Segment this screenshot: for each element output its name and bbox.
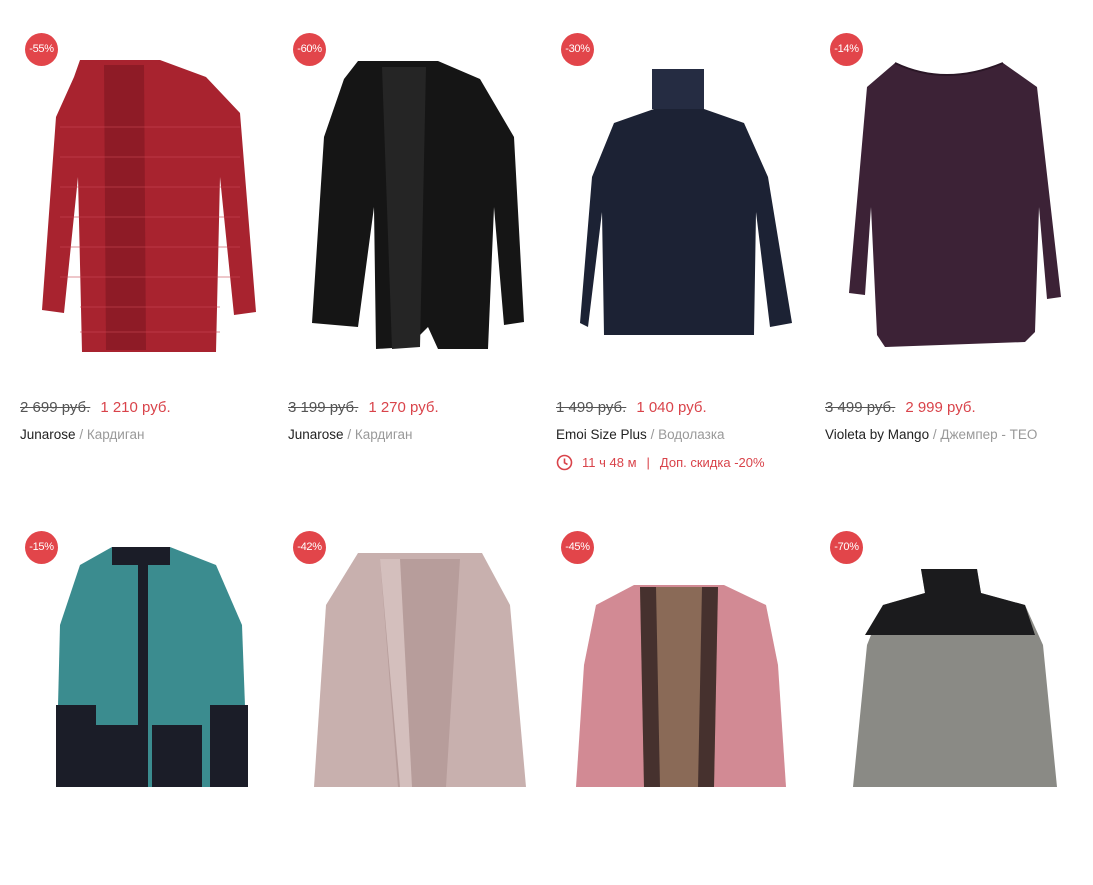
discount-badge: -70% — [830, 531, 863, 564]
product-image[interactable]: -45% — [556, 525, 802, 885]
grey-turtleneck-sweater-image — [853, 569, 1057, 787]
purple-jumper-image — [849, 62, 1061, 347]
brand-name[interactable]: Emoi Size Plus — [556, 427, 647, 442]
teal-cardigan-image — [56, 547, 248, 787]
old-price: 1 499 руб. — [556, 399, 627, 416]
black-cardigan-image — [312, 61, 524, 349]
product-image[interactable]: -15% — [20, 525, 266, 885]
discount-badge: -14% — [830, 33, 863, 66]
old-price: 2 699 руб. — [20, 399, 91, 416]
discount-badge: -60% — [293, 33, 326, 66]
new-price: 1 270 руб. — [368, 399, 439, 416]
discount-badge: -55% — [25, 33, 58, 66]
price-row: 3 499 руб. 2 999 руб. — [825, 399, 976, 416]
old-price: 3 499 руб. — [825, 399, 896, 416]
new-price: 2 999 руб. — [905, 399, 976, 416]
product-grid: -55% 2 699 руб. 1 210 руб. Junarose / Кар… — [0, 0, 1093, 787]
discount-badge: -15% — [25, 531, 58, 564]
price-row: 1 499 руб. 1 040 руб. — [556, 399, 707, 416]
clock-icon — [556, 454, 573, 471]
product-image[interactable]: -55% — [20, 27, 266, 387]
product-image[interactable]: -60% — [288, 27, 534, 387]
product-image[interactable]: -14% — [825, 27, 1071, 387]
product-image[interactable]: -30% — [556, 27, 802, 387]
old-price: 3 199 руб. — [288, 399, 359, 416]
product-title[interactable]: Junarose / Кардиган — [20, 427, 144, 442]
title-separator: / — [347, 427, 352, 442]
red-cardigan-image — [42, 60, 256, 352]
extra-discount: Доп. скидка -20% — [659, 455, 765, 470]
title-separator: / — [650, 427, 655, 442]
title-separator: / — [79, 427, 84, 442]
price-row: 3 199 руб. 1 270 руб. — [288, 399, 439, 416]
product-category[interactable]: Джемпер - TEO — [940, 427, 1037, 442]
new-price: 1 210 руб. — [100, 399, 171, 416]
timer-text: 11 ч 48 м — [582, 455, 637, 470]
brand-name[interactable]: Junarose — [288, 427, 344, 442]
discount-badge: -42% — [293, 531, 326, 564]
new-price: 1 040 руб. — [636, 399, 707, 416]
promo-separator: | — [646, 455, 650, 470]
product-image[interactable]: -42% — [288, 525, 534, 885]
brand-name[interactable]: Junarose — [20, 427, 76, 442]
product-image[interactable]: -70% — [825, 525, 1071, 885]
promo-row: 11 ч 48 м | Доп. скидка -20% — [556, 454, 765, 471]
title-separator: / — [932, 427, 937, 442]
product-title[interactable]: Junarose / Кардиган — [288, 427, 412, 442]
product-title[interactable]: Violeta by Mango / Джемпер - TEO — [825, 427, 1037, 442]
price-row: 2 699 руб. 1 210 руб. — [20, 399, 171, 416]
product-category[interactable]: Водолазка — [658, 427, 724, 442]
pink-patterned-cardigan-image — [576, 585, 786, 787]
navy-turtleneck-image — [580, 69, 792, 335]
product-category[interactable]: Кардиган — [87, 427, 145, 442]
brand-name[interactable]: Violeta by Mango — [825, 427, 929, 442]
discount-badge: -30% — [561, 33, 594, 66]
pink-melange-cardigan-image — [314, 553, 526, 787]
product-title[interactable]: Emoi Size Plus / Водолазка — [556, 427, 725, 442]
product-category[interactable]: Кардиган — [355, 427, 413, 442]
discount-badge: -45% — [561, 531, 594, 564]
